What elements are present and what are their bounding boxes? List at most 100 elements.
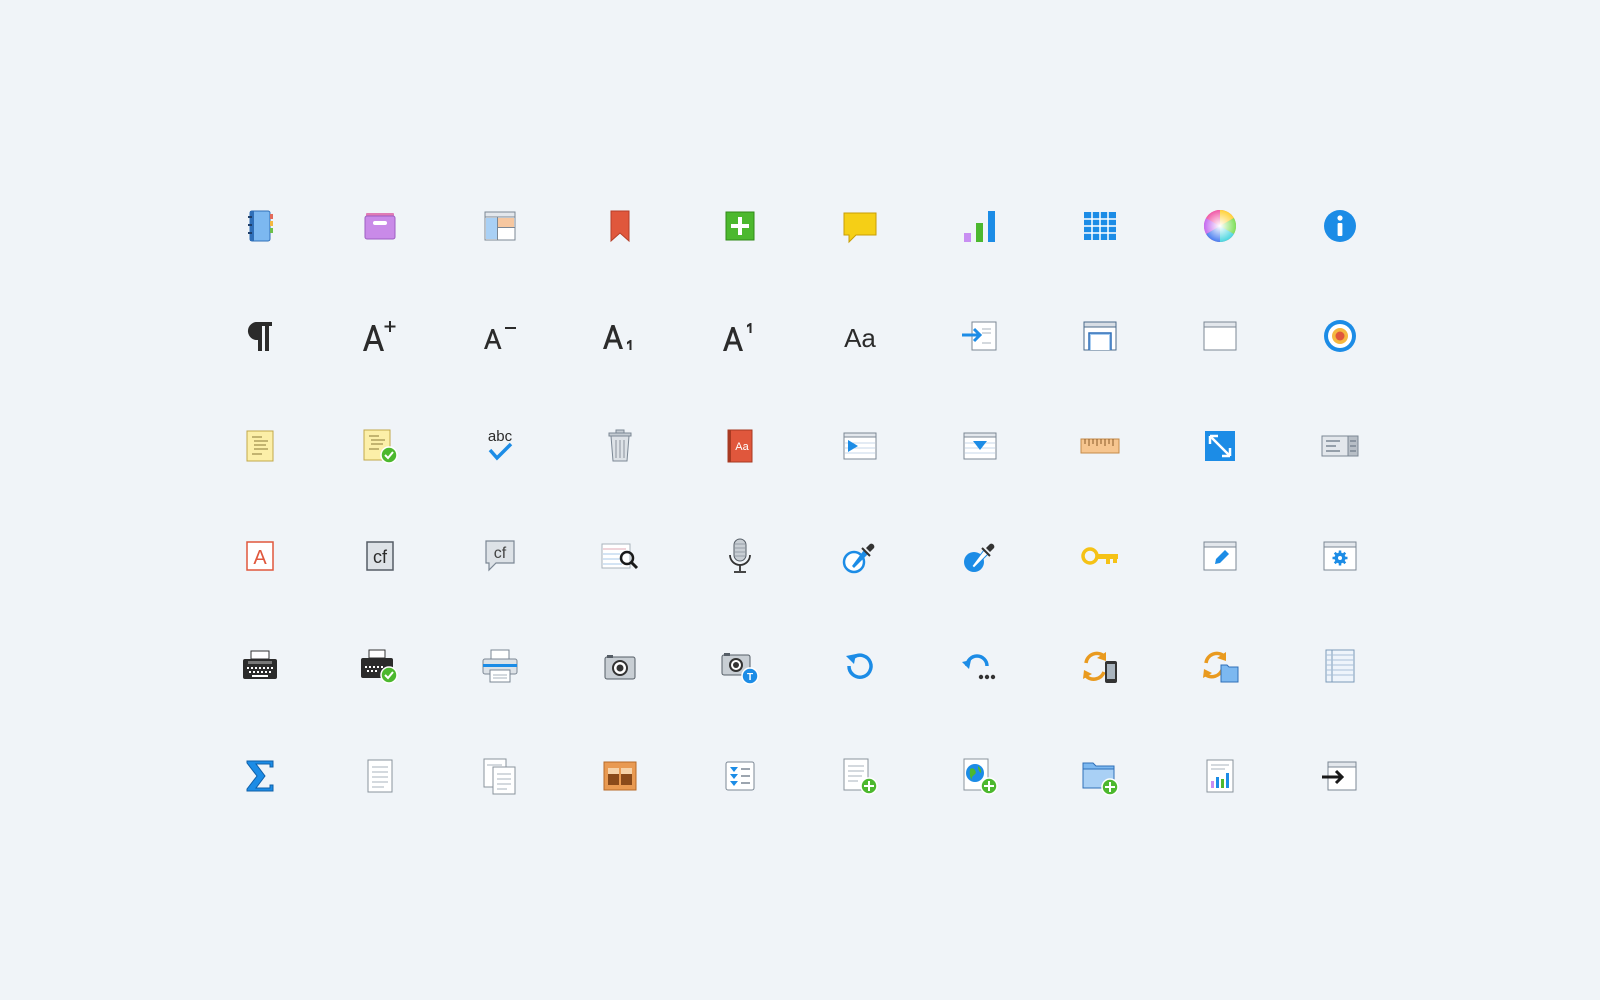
eyedropper-stroke-icon [964,543,995,572]
icon-cell[interactable] [440,721,560,831]
icon-cell[interactable] [1280,281,1400,391]
icon-cell[interactable] [800,501,920,611]
target-icon [1324,320,1356,352]
icon-cell[interactable] [920,721,1040,831]
key-icon [1081,547,1118,565]
icon-cell[interactable] [1280,721,1400,831]
icon-cell[interactable] [1040,611,1160,721]
icon-cell[interactable]: A [200,501,320,611]
icon-cell[interactable] [200,721,320,831]
icon-cell[interactable] [920,281,1040,391]
notes-check-icon [363,429,398,464]
contacts-book-icon [248,210,273,242]
sort-list-icon [725,761,755,791]
microphone-icon [729,538,751,573]
icon-cell[interactable] [1280,171,1400,281]
icon-cell[interactable] [320,171,440,281]
icon-cell[interactable] [1160,721,1280,831]
add-button-icon [725,211,755,241]
conditional-format-icon: cf [366,541,394,571]
icon-cell[interactable]: cf [320,501,440,611]
typewriter-check-icon [361,649,398,684]
document-icon [367,759,393,793]
superscript-icon [723,323,752,351]
icon-cell[interactable] [320,281,440,391]
icon-cell[interactable] [680,281,800,391]
icon-cell[interactable] [440,281,560,391]
icon-cell[interactable] [560,171,680,281]
icon-cell[interactable] [1280,501,1400,611]
icon-cell[interactable] [560,611,680,721]
icon-cell[interactable] [680,171,800,281]
icon-cell[interactable] [320,721,440,831]
font-panel-icon: Aa [844,323,876,353]
icon-cell[interactable] [800,611,920,721]
icon-cell[interactable] [1160,171,1280,281]
expand-icon [1205,431,1235,461]
icon-cell[interactable] [800,721,920,831]
icon-cell[interactable] [800,171,920,281]
icon-cell[interactable] [200,391,320,501]
icon-cell[interactable] [440,611,560,721]
icon-cell[interactable] [560,391,680,501]
icon-cell[interactable] [1280,611,1400,721]
settings-window-icon [1323,541,1357,571]
pilcrow-icon [247,322,272,351]
icon-cell[interactable] [1040,501,1160,611]
icon-cell[interactable]: Aa [680,391,800,501]
documents-icon [483,758,516,795]
font-panel-label: Aa [844,323,876,353]
spell-check-icon: abc [488,428,513,461]
find-in-text-icon [601,543,639,570]
play-media-icon [843,432,877,460]
sum-icon [246,760,274,792]
comment-bubble-icon [843,212,877,244]
icon-cell[interactable] [1160,281,1280,391]
sync-device-icon [1083,651,1117,683]
report-chart-icon [1206,759,1234,793]
spelling-label: abc [488,428,513,445]
icon-cell[interactable] [1040,721,1160,831]
icon-cell[interactable] [680,501,800,611]
icon-cell[interactable] [200,171,320,281]
eyedropper-fill-icon [842,543,875,574]
icon-cell[interactable] [1040,281,1160,391]
subscript-icon [603,325,632,350]
icon-cell[interactable]: Aa [800,281,920,391]
icon-cell[interactable] [1160,611,1280,721]
icon-cell[interactable] [1160,391,1280,501]
icon-cell[interactable]: cf [440,501,560,611]
conditional-format-label: cf [373,547,388,567]
text-color-label: A [253,547,267,569]
icon-cell[interactable] [920,501,1040,611]
icon-cell[interactable] [1040,391,1160,501]
icon-cell[interactable] [560,281,680,391]
color-wheel-icon [1203,209,1237,243]
icon-cell[interactable] [560,721,680,831]
icon-cell[interactable] [1160,501,1280,611]
notes-icon [246,430,274,462]
sidebar-toggle-icon [1321,435,1359,457]
icon-cell[interactable] [800,391,920,501]
icon-cell[interactable] [440,171,560,281]
icon-cell[interactable] [920,611,1040,721]
icon-cell[interactable] [200,281,320,391]
icon-cell[interactable] [320,391,440,501]
icon-cell[interactable] [200,611,320,721]
text-color-icon: A [246,541,274,571]
icon-cell[interactable] [320,611,440,721]
icon-cell[interactable] [920,391,1040,501]
bookmark-icon [610,210,630,243]
camera-icon [604,655,636,680]
icon-cell[interactable]: T [680,611,800,721]
icon-cell[interactable] [680,721,800,831]
layout-icon [484,211,516,241]
conditional-comment-icon: cf [485,540,515,572]
icon-cell[interactable] [560,501,680,611]
icon-cell[interactable] [920,171,1040,281]
icon-cell[interactable]: abc [440,391,560,501]
icon-cell[interactable] [1280,391,1400,501]
conditional-comment-label: cf [494,545,507,562]
window-icon [1203,321,1237,351]
icon-cell[interactable] [1040,171,1160,281]
